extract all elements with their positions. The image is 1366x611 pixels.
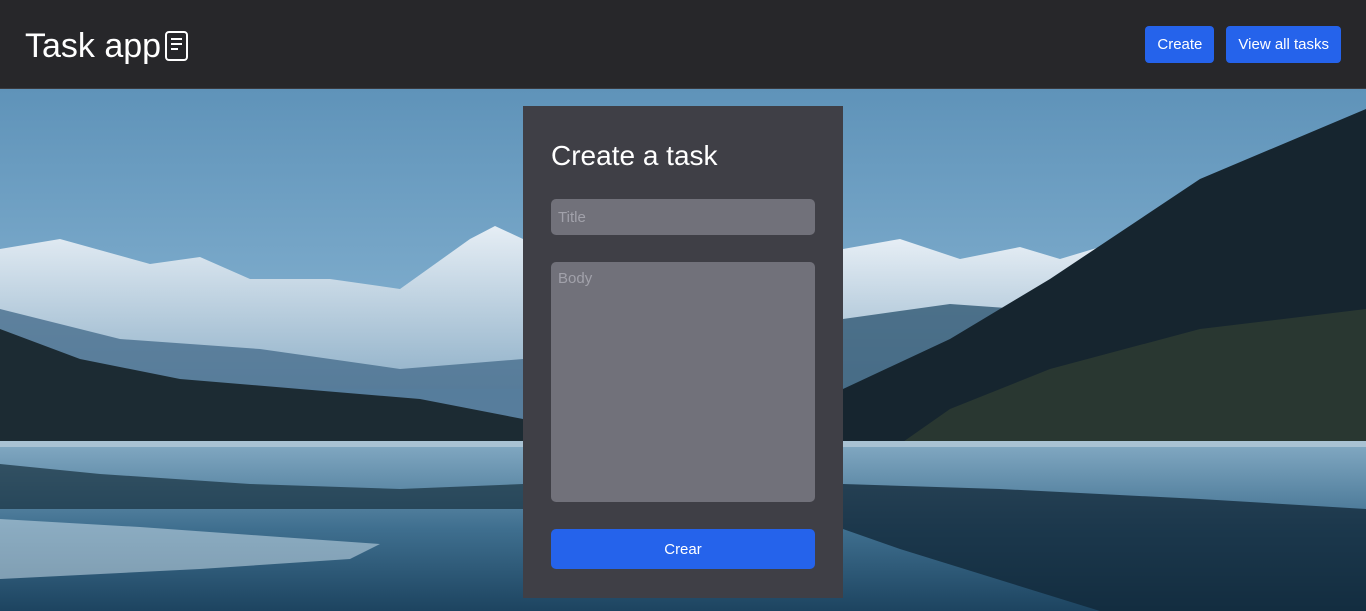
nav-actions: Create View all tasks [1145,26,1341,63]
view-all-tasks-button[interactable]: View all tasks [1226,26,1341,63]
card-title: Create a task [551,140,718,171]
create-task-card: Create a task Crear [523,106,843,598]
top-navbar: Task app Create View all tasks [0,0,1366,89]
brand-title: Task app [25,27,162,65]
submit-button[interactable]: Crear [551,529,815,569]
title-input[interactable] [551,199,815,235]
document-icon [164,29,190,63]
create-button[interactable]: Create [1145,26,1215,63]
body-textarea[interactable] [551,262,815,502]
brand[interactable]: Task app [25,26,190,66]
